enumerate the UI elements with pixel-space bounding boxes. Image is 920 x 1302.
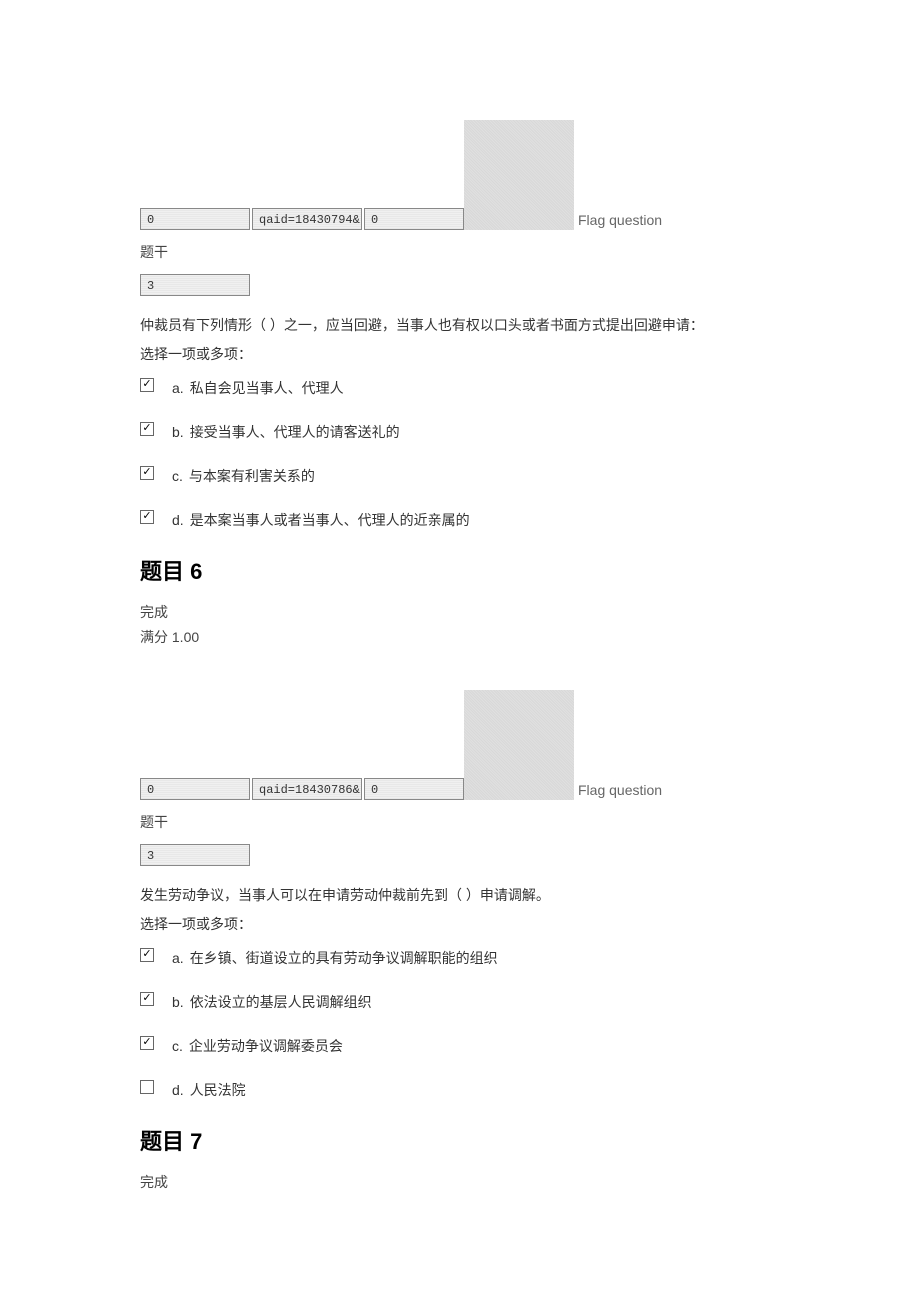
q6-input-1[interactable]: 0 [140, 778, 250, 800]
q6-stem-input[interactable]: 3 [140, 844, 250, 866]
q5-stem-input-row: 3 [140, 274, 780, 296]
q6-checkbox-d[interactable] [140, 1080, 154, 1094]
q5-stem-label: 题干 [140, 242, 780, 262]
q6-instruction: 选择一项或多项： [140, 914, 780, 934]
q6-option-text-b: 依法设立的基层人民调解组织 [190, 992, 372, 1012]
q5-option-letter-b: b. [172, 424, 184, 440]
q6-option-d: d. 人民法院 [140, 1080, 780, 1100]
q6-option-letter-b: b. [172, 994, 184, 1010]
q6-option-text-d: 人民法院 [190, 1080, 246, 1100]
q7-status-done: 完成 [140, 1170, 780, 1195]
q5-option-text-c: 与本案有利害关系的 [189, 466, 315, 486]
q5-input-1[interactable]: 0 [140, 208, 250, 230]
q5-option-c: c. 与本案有利害关系的 [140, 466, 780, 486]
q6-option-letter-d: d. [172, 1082, 184, 1098]
q5-option-letter-d: d. [172, 512, 184, 528]
q5-option-d: d. 是本案当事人或者当事人、代理人的近亲属的 [140, 510, 780, 530]
q5-option-letter-a: a. [172, 380, 184, 396]
q5-checkbox-a[interactable] [140, 378, 154, 392]
q5-checkbox-b[interactable] [140, 422, 154, 436]
q6-option-letter-a: a. [172, 950, 184, 966]
q5-option-b: b. 接受当事人、代理人的请客送礼的 [140, 422, 780, 442]
q6-input-3[interactable]: 0 [364, 778, 464, 800]
q6-option-a: a. 在乡镇、街道设立的具有劳动争议调解职能的组织 [140, 948, 780, 968]
q5-option-text-b: 接受当事人、代理人的请客送礼的 [190, 422, 400, 442]
q5-question-text: 仲裁员有下列情形（ ）之一，应当回避，当事人也有权以口头或者书面方式提出回避申请… [140, 314, 780, 338]
q5-flag-label[interactable]: Flag question [578, 212, 662, 230]
q5-checkbox-c[interactable] [140, 466, 154, 480]
q5-inputs-group: 0 qaid=18430794& 0 [140, 208, 464, 230]
q6-option-text-a: 在乡镇、街道设立的具有劳动争议调解职能的组织 [190, 948, 498, 968]
q6-status-score: 满分 1.00 [140, 625, 780, 650]
q6-status-done: 完成 [140, 600, 780, 625]
q5-option-a: a. 私自会见当事人、代理人 [140, 378, 780, 398]
q6-checkbox-a[interactable] [140, 948, 154, 962]
q6-stem-label: 题干 [140, 812, 780, 832]
q6-flag-image [464, 690, 574, 800]
q6-flag-row: 0 qaid=18430786& 0 Flag question [140, 690, 780, 800]
q5-stem-input[interactable]: 3 [140, 274, 250, 296]
q5-input-2[interactable]: qaid=18430794& [252, 208, 362, 230]
q6-flag-label[interactable]: Flag question [578, 782, 662, 800]
q6-question-text: 发生劳动争议，当事人可以在申请劳动仲裁前先到（ ）申请调解。 [140, 884, 780, 908]
q6-stem-input-row: 3 [140, 844, 780, 866]
q6-option-letter-c: c. [172, 1038, 183, 1054]
q6-option-b: b. 依法设立的基层人民调解组织 [140, 992, 780, 1012]
q6-checkbox-c[interactable] [140, 1036, 154, 1050]
q7-heading: 题目 7 [140, 1124, 780, 1156]
q5-flag-image [464, 120, 574, 230]
q5-option-text-a: 私自会见当事人、代理人 [190, 378, 344, 398]
q6-option-c: c. 企业劳动争议调解委员会 [140, 1036, 780, 1056]
q6-option-text-c: 企业劳动争议调解委员会 [189, 1036, 343, 1056]
q5-instruction: 选择一项或多项： [140, 344, 780, 364]
q6-checkbox-b[interactable] [140, 992, 154, 1006]
q5-input-3[interactable]: 0 [364, 208, 464, 230]
q6-heading: 题目 6 [140, 554, 780, 586]
q5-option-text-d: 是本案当事人或者当事人、代理人的近亲属的 [190, 510, 470, 530]
q6-input-2[interactable]: qaid=18430786& [252, 778, 362, 800]
q5-flag-row: 0 qaid=18430794& 0 Flag question [140, 120, 780, 230]
q5-checkbox-d[interactable] [140, 510, 154, 524]
q6-inputs-group: 0 qaid=18430786& 0 [140, 778, 464, 800]
q5-option-letter-c: c. [172, 468, 183, 484]
